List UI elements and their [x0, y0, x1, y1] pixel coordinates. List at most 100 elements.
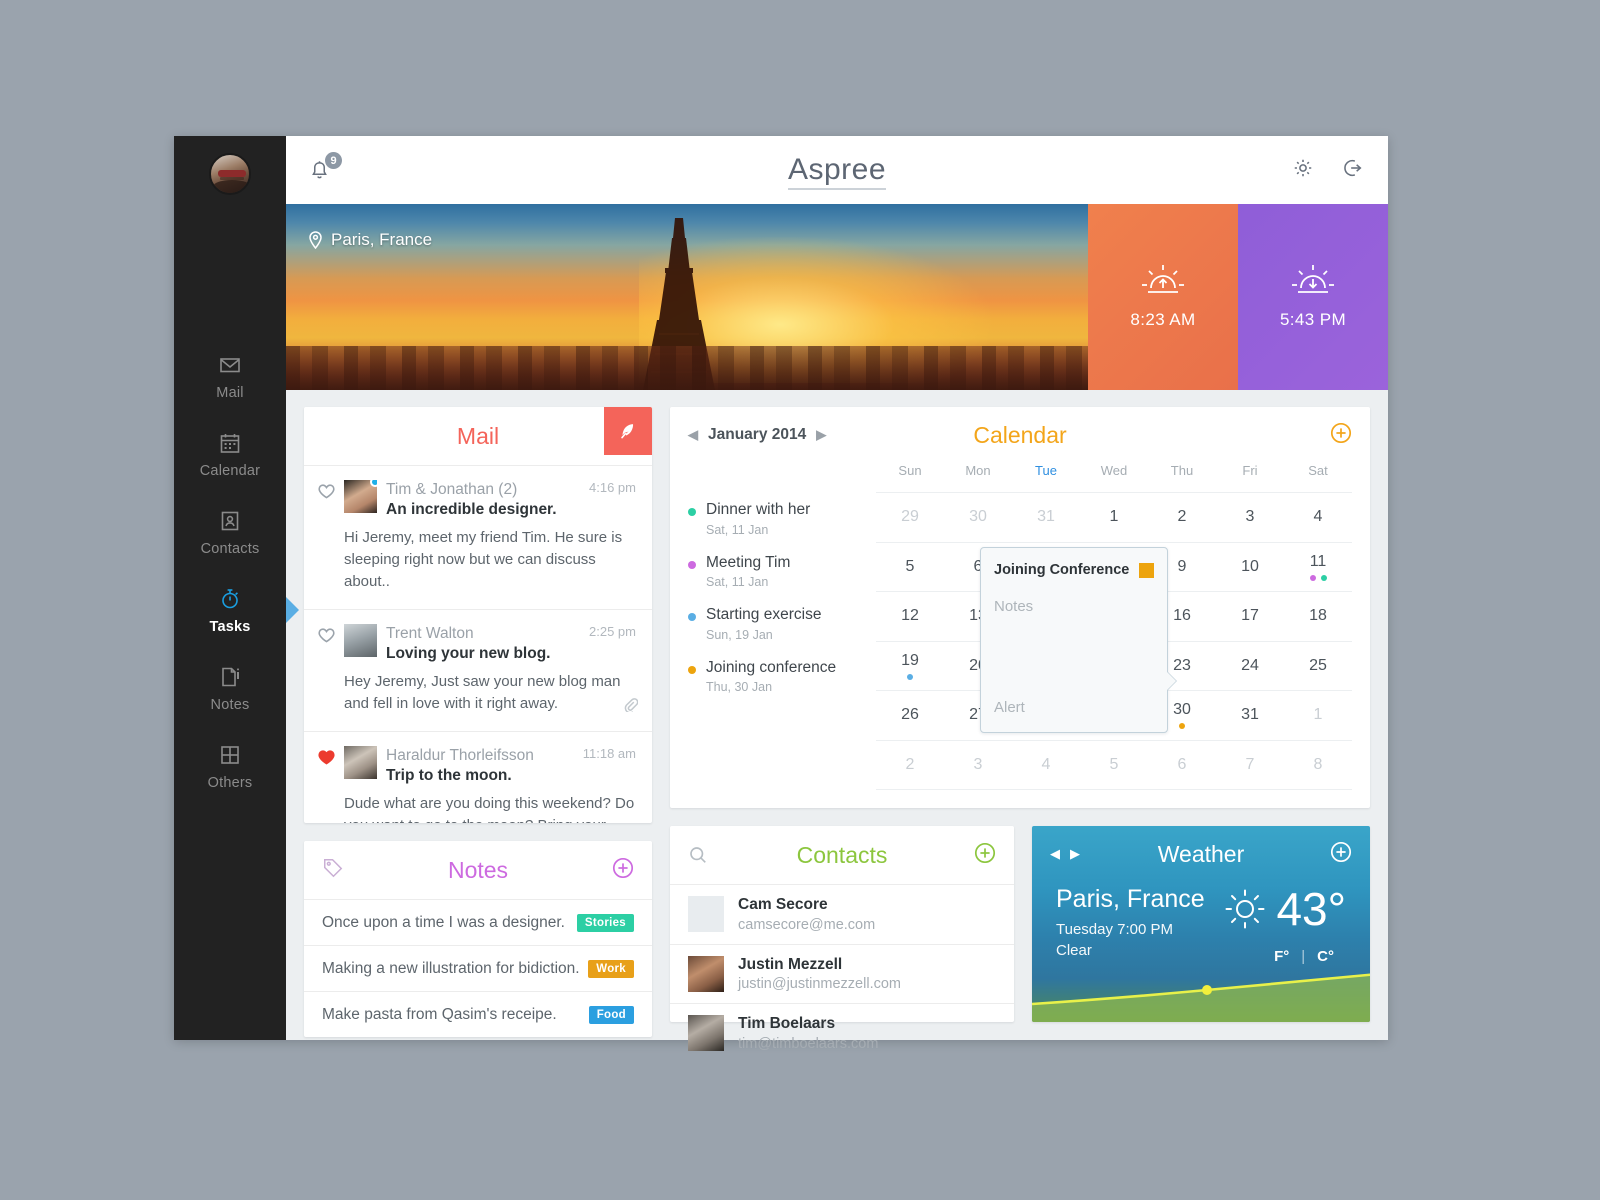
calendar-day-cell[interactable]: 4: [1012, 741, 1080, 790]
mail-item[interactable]: Tim & Jonathan (2) An incredible designe…: [304, 465, 652, 609]
calendar-day-cell[interactable]: 8: [1284, 741, 1352, 790]
search-contacts-button[interactable]: [688, 845, 708, 870]
calendar-day-cell[interactable]: 6: [1148, 741, 1216, 790]
calendar-day-cell[interactable]: 3: [944, 741, 1012, 790]
notification-badge: 9: [325, 152, 342, 169]
favorite-icon[interactable]: [318, 746, 344, 824]
contact-name: Justin Mezzell: [738, 955, 843, 973]
calendar-day-cell[interactable]: 3: [1216, 493, 1284, 542]
avatar[interactable]: [209, 153, 251, 195]
mail-subject: Loving your new blog.: [386, 645, 551, 662]
calendar-day-number: 4: [1041, 755, 1051, 773]
sunset-time: 5:43 PM: [1279, 310, 1347, 329]
list-item[interactable]: Once upon a time I was a designer. Stori…: [304, 899, 652, 945]
popover-notes-placeholder[interactable]: Notes: [994, 598, 1154, 615]
calendar-day-cell[interactable]: 31: [1216, 691, 1284, 740]
chevron-left-icon[interactable]: ◀: [688, 427, 698, 443]
event-popover: Joining Conference Notes Alert: [980, 547, 1177, 733]
sender-avatar: [344, 623, 377, 657]
list-item[interactable]: Make pasta from Qasim's receipe. Food: [304, 991, 652, 1037]
sun-path-graph: [1032, 973, 1370, 1022]
calendar-day-cell[interactable]: 31: [1012, 493, 1080, 542]
calendar-day-number: 10: [1241, 557, 1259, 575]
sidebar-item-tasks[interactable]: Tasks: [174, 571, 299, 649]
sidebar-item-contacts[interactable]: Contacts: [174, 493, 286, 571]
mail-meta: Trent Walton Loving your new blog.: [386, 624, 583, 663]
calendar-day-cell[interactable]: 2: [876, 741, 944, 790]
calendar-day-cell[interactable]: 18: [1284, 592, 1352, 641]
contact-email: justin@justinmezzell.com: [738, 976, 901, 993]
hero-banner: Paris, France 8:23 AM 5:43 PM: [286, 204, 1388, 390]
left-column: Mail Tim & Jonathan (2) An incredible de…: [304, 407, 652, 1037]
calendar-day-cell[interactable]: 5: [1080, 741, 1148, 790]
calendar-day-cell[interactable]: 10: [1216, 543, 1284, 592]
calendar-day-cell[interactable]: 12: [876, 592, 944, 641]
list-item[interactable]: Dinner with her Sat, 11 Jan: [688, 501, 876, 537]
event-dot: [688, 560, 696, 569]
calendar-day-cell[interactable]: 1: [1080, 493, 1148, 542]
event-date: Sun, 19 Jan: [706, 627, 773, 642]
favorite-icon[interactable]: [318, 480, 344, 593]
event-dot: [907, 673, 913, 680]
right-column: ◀ January 2014 ▶ Calendar Dinner with he…: [670, 407, 1370, 1052]
calendar-day-cell[interactable]: 29: [876, 493, 944, 542]
sunrise-widget[interactable]: 8:23 AM: [1088, 204, 1238, 390]
mail-item[interactable]: Trent Walton Loving your new blog. 2:25 …: [304, 608, 652, 731]
calendar-day-cell[interactable]: 26: [876, 691, 944, 740]
calendar-day-cell[interactable]: 19: [876, 642, 944, 691]
chevron-right-icon[interactable]: ▶: [816, 427, 826, 443]
weather-city: Paris, France: [1056, 885, 1205, 913]
compose-button[interactable]: [604, 407, 652, 455]
calendar-day-cell[interactable]: 7: [1216, 741, 1284, 790]
calendar-day-number: 25: [1309, 656, 1327, 674]
calendar-day-cell[interactable]: 30: [944, 493, 1012, 542]
mail-item[interactable]: Haraldur Thorleifsson Trip to the moon. …: [304, 730, 652, 824]
calendar-day-cell[interactable]: 24: [1216, 642, 1284, 691]
sunrise-time: 8:23 AM: [1130, 310, 1196, 329]
gear-icon[interactable]: [1292, 157, 1314, 184]
calendar-day-event-dots: [907, 673, 913, 680]
notes-header: Notes: [304, 841, 652, 899]
mail-preview: Hi Jeremy, meet my friend Tim. He sure i…: [344, 529, 623, 590]
calendar-day-cell[interactable]: 2: [1148, 493, 1216, 542]
list-item[interactable]: Tim Boelaars tim@timboelaars.com: [670, 1003, 1014, 1063]
favorite-icon[interactable]: [318, 624, 344, 715]
calendar-day-cell[interactable]: 5: [876, 543, 944, 592]
app-window: Mail Calendar Contacts Tasks Notes Other…: [174, 136, 1388, 1052]
add-note-button[interactable]: [612, 857, 634, 884]
calendar-day-cell[interactable]: 11: [1284, 543, 1352, 592]
sidebar-item-others[interactable]: Others: [174, 727, 286, 805]
calendar-panel: ◀ January 2014 ▶ Calendar Dinner with he…: [670, 407, 1370, 808]
add-location-button[interactable]: [1330, 841, 1352, 868]
mail-sender: Tim & Jonathan (2): [386, 481, 518, 498]
contacts-panel: Contacts Cam Secore camsecore@me.com Jus…: [670, 826, 1014, 1052]
calendar-day-cell[interactable]: 17: [1216, 592, 1284, 641]
mail-body: Trent Walton Loving your new blog. 2:25 …: [344, 623, 639, 715]
page-title: Aspree: [286, 153, 1388, 190]
notifications-button[interactable]: 9: [310, 152, 344, 185]
calendar-day-number: 16: [1173, 607, 1191, 625]
tag-icon[interactable]: [322, 857, 344, 884]
list-item[interactable]: Joining conference Thu, 30 Jan: [688, 659, 876, 694]
event-color-swatch[interactable]: [1139, 562, 1154, 578]
list-item[interactable]: Starting exercise Sun, 19 Jan: [688, 606, 876, 642]
sunset-widget[interactable]: 5:43 PM: [1238, 204, 1388, 390]
sidebar-label: Tasks: [209, 618, 251, 635]
list-item[interactable]: Meeting Tim Sat, 11 Jan: [688, 554, 876, 589]
sidebar-label: Calendar: [199, 462, 261, 479]
sidebar-item-notes[interactable]: Notes: [174, 649, 286, 727]
logout-icon[interactable]: [1342, 157, 1364, 184]
calendar-day-cell[interactable]: 25: [1284, 642, 1352, 691]
popover-alert-placeholder[interactable]: Alert: [994, 699, 1025, 716]
bottom-row: Contacts Cam Secore camsecore@me.com Jus…: [670, 826, 1370, 1052]
sidebar-item-mail[interactable]: Mail: [174, 337, 286, 415]
sidebar-item-calendar[interactable]: Calendar: [174, 415, 286, 493]
event-name: Dinner with her: [706, 501, 811, 518]
calendar-day-cell[interactable]: 1: [1284, 691, 1352, 740]
list-item[interactable]: Making a new illustration for bidiction.…: [304, 945, 652, 991]
add-event-button[interactable]: [1330, 422, 1352, 449]
list-item[interactable]: Justin Mezzell justin@justinmezzell.com: [670, 943, 1014, 1004]
list-item[interactable]: Cam Secore camsecore@me.com: [670, 884, 1014, 944]
calendar-day-cell[interactable]: 4: [1284, 493, 1352, 542]
add-contact-button[interactable]: [974, 842, 996, 869]
